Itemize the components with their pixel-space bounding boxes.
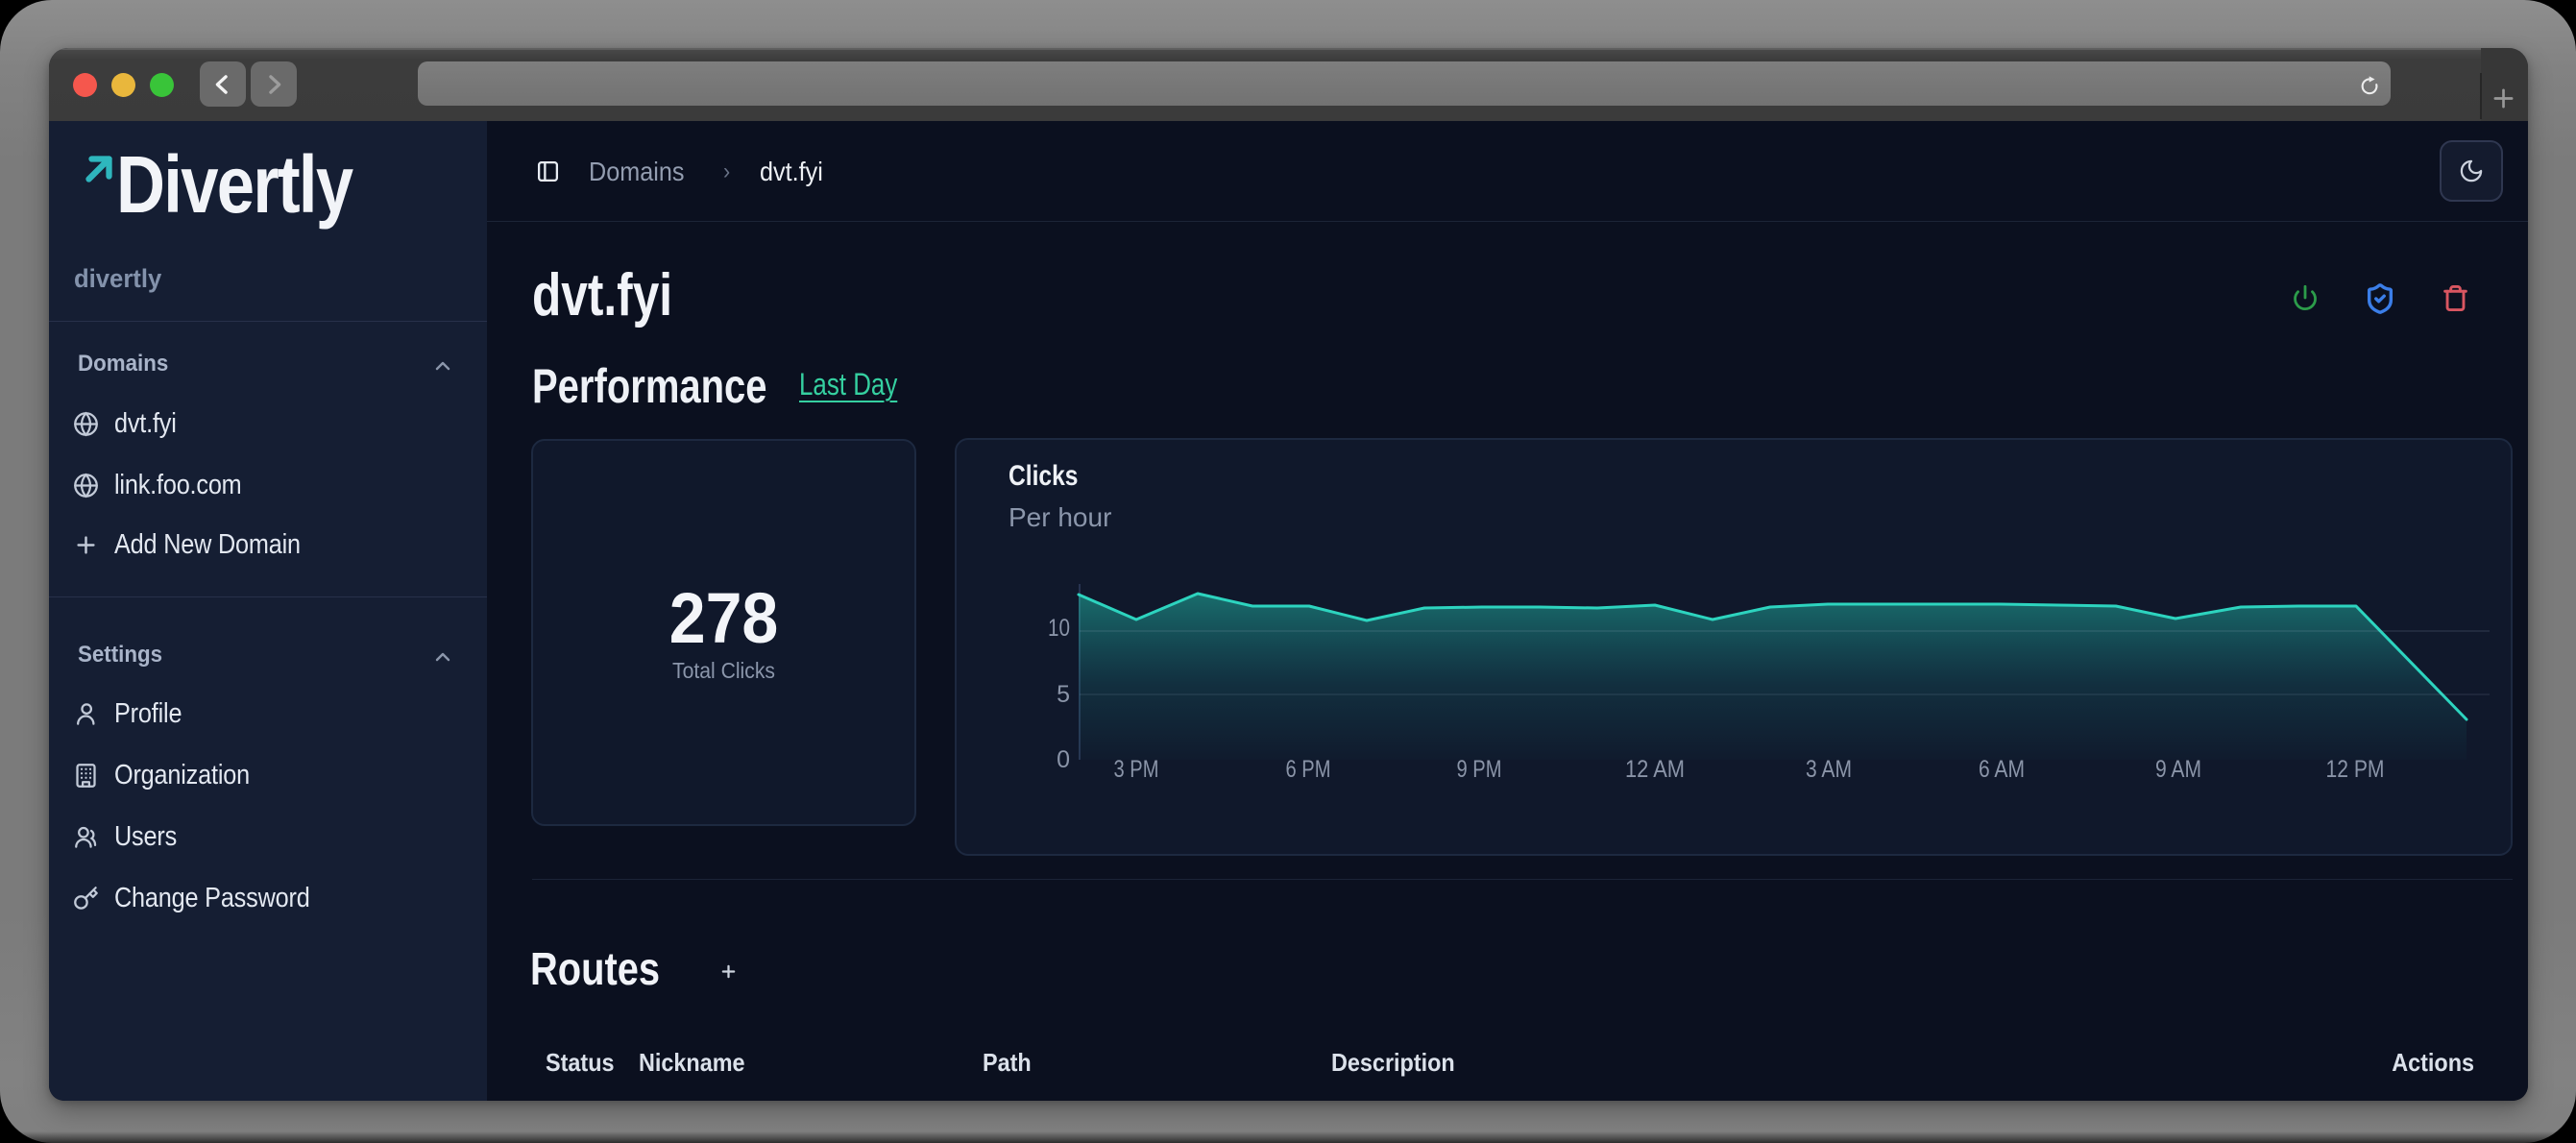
svg-text:3 AM: 3 AM bbox=[1806, 756, 1852, 783]
svg-text:9 PM: 9 PM bbox=[1457, 756, 1502, 783]
svg-text:3 PM: 3 PM bbox=[1114, 756, 1159, 783]
svg-text:10: 10 bbox=[1048, 615, 1070, 642]
svg-text:6 AM: 6 AM bbox=[1979, 756, 2025, 783]
svg-text:12 PM: 12 PM bbox=[2326, 756, 2385, 783]
svg-text:5: 5 bbox=[1057, 681, 1070, 708]
svg-text:0: 0 bbox=[1057, 746, 1070, 773]
svg-text:9 AM: 9 AM bbox=[2155, 756, 2201, 783]
svg-text:12 AM: 12 AM bbox=[1625, 756, 1685, 783]
svg-text:6 PM: 6 PM bbox=[1286, 756, 1331, 783]
